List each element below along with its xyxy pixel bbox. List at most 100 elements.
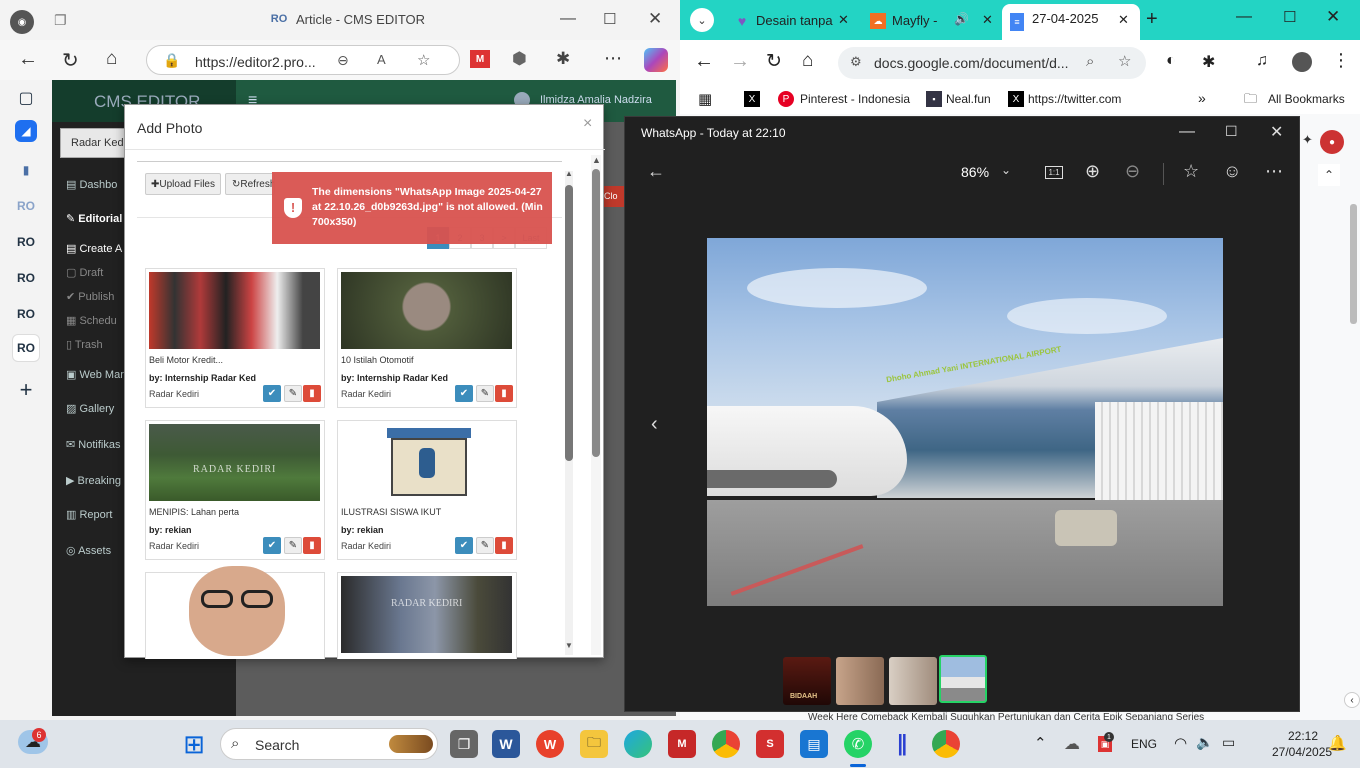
close-icon[interactable]: ✕: [1326, 7, 1340, 27]
favorite-star-icon[interactable]: ☆: [417, 51, 430, 69]
photo-card[interactable]: 10 Istilah Otomotif by: Internship Radar…: [337, 268, 517, 408]
bookmark-nealfun[interactable]: Neal.fun: [946, 92, 991, 106]
delete-trash-icon[interactable]: ▮: [303, 537, 321, 554]
word-icon[interactable]: W: [492, 730, 520, 758]
nav-web[interactable]: ▣ Web Mar: [66, 368, 124, 381]
explore-icon[interactable]: ‹: [1344, 692, 1360, 708]
thumbnail-1[interactable]: BIDAAH: [783, 657, 831, 705]
chrome-menu-icon[interactable]: ⋮: [1332, 50, 1350, 71]
sidebar-ro-icon[interactable]: RO: [12, 300, 40, 328]
doc-scrollbar-thumb[interactable]: [1350, 204, 1357, 324]
tab-close-icon[interactable]: ✕: [1118, 12, 1129, 28]
star-icon[interactable]: ☆: [1183, 161, 1199, 182]
home-icon[interactable]: ⌂: [802, 50, 813, 72]
extension-icon[interactable]: ⬢: [512, 49, 527, 69]
photo-card[interactable]: [145, 566, 325, 659]
windows-start-icon[interactable]: ⊞: [180, 729, 208, 759]
nav-report[interactable]: ▥ Report: [66, 508, 112, 521]
scroll-up-icon[interactable]: ▲: [565, 169, 573, 178]
nav-breaking[interactable]: ▶ Breaking: [66, 474, 121, 487]
edit-pencil-icon[interactable]: ✎: [476, 385, 494, 402]
delete-trash-icon[interactable]: ▮: [495, 537, 513, 554]
maximize-icon[interactable]: ☐: [1283, 8, 1296, 26]
illustration-thumbnail[interactable]: [341, 424, 512, 501]
close-icon[interactable]: ✕: [1270, 122, 1283, 142]
emoji-react-icon[interactable]: ☺: [1223, 161, 1241, 182]
more-bookmarks-icon[interactable]: »: [1198, 90, 1206, 106]
new-tab-icon[interactable]: +: [1146, 8, 1158, 31]
nav-notif[interactable]: ✉ Notifikas: [66, 438, 120, 451]
minimize-icon[interactable]: —: [1179, 123, 1195, 141]
inner-scrollbar-thumb[interactable]: [565, 185, 573, 461]
maximize-icon[interactable]: ☐: [603, 10, 616, 28]
chrome-tab[interactable]: ♥ Desain tanpa ✕: [726, 6, 858, 36]
select-check-icon[interactable]: ✔: [263, 385, 281, 402]
close-icon[interactable]: ✕: [648, 9, 662, 29]
show-hidden-icons[interactable]: ⌃: [1034, 734, 1047, 752]
modal-scrollbar-track[interactable]: [591, 155, 601, 655]
tab-actions-icon[interactable]: ❐: [54, 12, 67, 29]
photo-card[interactable]: Beli Motor Kredit... by: Internship Rada…: [145, 268, 325, 408]
minimize-icon[interactable]: —: [1236, 8, 1252, 26]
chrome-profile-icon[interactable]: [932, 730, 960, 758]
battery-icon[interactable]: ▭: [1222, 734, 1235, 751]
media-control-icon[interactable]: ♫: [1256, 52, 1268, 70]
edge-tab-title[interactable]: Article - CMS EDITOR: [296, 12, 425, 27]
read-aloud-icon[interactable]: A: [377, 52, 386, 67]
volume-icon[interactable]: 🔈: [1196, 734, 1213, 751]
taskbar-search[interactable]: ⌕ Search: [220, 728, 438, 760]
modal-scrollbar-thumb[interactable]: [592, 169, 600, 457]
maximize-icon[interactable]: ☐: [1225, 123, 1238, 140]
zoom-dropdown-icon[interactable]: ⌄: [1001, 163, 1011, 177]
language-indicator[interactable]: ENG: [1131, 737, 1157, 751]
edge-icon[interactable]: [624, 730, 652, 758]
onenote-pen-icon[interactable]: ∥: [888, 730, 916, 758]
refresh-icon[interactable]: ↻: [62, 48, 79, 73]
extensions-icon[interactable]: ✱: [1202, 52, 1215, 72]
back-icon[interactable]: ←: [647, 161, 665, 182]
sidebar-tabs-icon[interactable]: ▢: [12, 84, 40, 112]
notepad-icon[interactable]: ▤: [800, 730, 828, 758]
scooter-thumbnail[interactable]: [341, 272, 512, 349]
airport-photo[interactable]: Dhoho Ahmad Yani INTERNATIONAL AIRPORT: [707, 238, 1223, 606]
task-view-icon[interactable]: ❐: [450, 730, 478, 758]
sidebar-app-icon[interactable]: ◢: [15, 120, 37, 142]
account-avatar[interactable]: ●: [1320, 130, 1344, 154]
scroll-down-icon[interactable]: ▼: [565, 641, 573, 650]
nav-assets[interactable]: ◎ Assets: [66, 544, 111, 557]
x-logo-icon[interactable]: X: [744, 91, 760, 107]
photo-card[interactable]: RADAR KEDIRI: [337, 572, 517, 659]
chrome-tab-active[interactable]: ≡ 27-04-2025 ✕: [1002, 4, 1140, 40]
lens-icon[interactable]: ◐: [1166, 52, 1176, 70]
edge-address-bar[interactable]: 🔒 https://editor2.pro... ⊖ A ☆: [146, 45, 460, 75]
minimize-icon[interactable]: —: [560, 10, 576, 28]
inner-scrollbar-track[interactable]: [565, 171, 573, 655]
thumbnail-3[interactable]: [889, 657, 937, 705]
profile-avatar[interactable]: [1292, 52, 1312, 72]
chrome-address-bar[interactable]: ⚙ docs.google.com/document/d... ⌕ ☆: [838, 47, 1146, 79]
forward-icon[interactable]: →: [730, 50, 750, 73]
nav-dashboard[interactable]: ▤ Dashbo: [66, 178, 117, 191]
clock-date[interactable]: 27/04/2025: [1272, 745, 1332, 759]
select-check-icon[interactable]: ✔: [455, 385, 473, 402]
motorbikes-thumbnail[interactable]: [149, 272, 320, 349]
whatsapp-icon[interactable]: ✆: [844, 730, 872, 758]
modal-close-icon[interactable]: ×: [583, 115, 592, 133]
sejda-icon[interactable]: S: [756, 730, 784, 758]
zoom-icon[interactable]: ⊖: [337, 52, 349, 69]
zoom-level[interactable]: 86%: [961, 164, 989, 180]
bookmark-star-icon[interactable]: ☆: [1118, 52, 1131, 70]
all-bookmarks[interactable]: All Bookmarks: [1268, 92, 1345, 106]
apps-grid-icon[interactable]: ▦: [698, 90, 712, 108]
wps-icon[interactable]: W: [536, 730, 564, 758]
edit-pencil-icon[interactable]: ✎: [284, 385, 302, 402]
mendeley-extension-icon[interactable]: M: [470, 50, 490, 68]
nav-gallery[interactable]: ▨ Gallery: [66, 402, 114, 415]
nav-create[interactable]: ▤ Create A: [66, 242, 122, 255]
home-icon[interactable]: ⌂: [106, 48, 117, 70]
upload-files-button[interactable]: ✚ Upload Files: [145, 173, 221, 195]
nav-schedule[interactable]: ▦ Schedu: [66, 314, 117, 327]
extensions-puzzle-icon[interactable]: ✱: [556, 49, 570, 69]
scroll-up-icon[interactable]: ▲: [592, 155, 601, 165]
sidebar-ro-icon-active[interactable]: RO: [12, 334, 40, 362]
